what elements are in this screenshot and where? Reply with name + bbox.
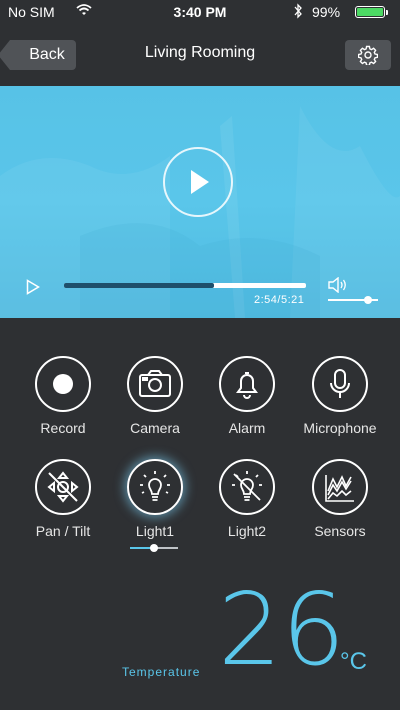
sensors-control[interactable]: Sensors [294,459,386,539]
battery-icon [355,6,388,18]
play-button[interactable] [163,147,233,217]
progress-bar[interactable] [64,283,306,288]
sensors-label: Sensors [314,523,366,539]
volume-slider[interactable] [328,296,378,304]
camera-icon [139,370,171,397]
bluetooth-icon [293,3,303,22]
light1-dimmer-slider[interactable] [130,544,178,552]
progress-played [64,283,215,288]
pan-tilt-disabled-icon [47,471,79,503]
record-control[interactable]: Record [17,356,109,436]
gear-icon [358,45,378,65]
light-bulb-disabled-icon [232,471,262,501]
nav-bar: Back Living Rooming [0,24,400,86]
temperature-unit: °C [340,648,367,675]
light1-button[interactable] [127,459,183,515]
bell-icon [236,372,258,399]
small-play-icon [26,279,40,295]
light1-dimmer-handle[interactable] [150,544,158,552]
alarm-label: Alarm [228,420,266,436]
microphone-icon [330,369,350,398]
alarm-button[interactable] [219,356,275,412]
record-button[interactable] [35,356,91,412]
alarm-control[interactable]: Alarm [201,356,293,436]
settings-button[interactable] [345,40,391,70]
temperature-label: Temperature [122,665,201,679]
temperature-value: 26 [218,571,346,688]
page-title: Living Rooming [144,44,256,61]
play-icon [191,170,209,194]
sensors-button[interactable] [312,459,368,515]
microphone-button[interactable] [312,356,368,412]
microphone-control[interactable]: Microphone [294,356,386,436]
battery-level-fill [357,8,383,16]
light2-button[interactable] [219,459,275,515]
microphone-label: Microphone [303,420,377,436]
light1-control[interactable]: Light1 [109,459,201,539]
light2-control[interactable]: Light2 [201,459,293,539]
sensor-graph-icon [325,475,354,502]
record-icon [53,374,73,394]
light1-label: Light1 [135,523,175,539]
light-bulb-icon [140,471,170,501]
light2-label: Light2 [227,523,267,539]
time-readout: 2:54/5:21 [254,294,305,306]
battery-percent: 99% [312,4,341,20]
record-label: Record [40,420,86,436]
camera-control[interactable]: Camera [109,356,201,436]
camera-button[interactable] [127,356,183,412]
camera-label: Camera [130,420,180,436]
pan-tilt-label: Pan / Tilt [35,523,91,539]
status-bar: No SIM 3:40 PM 99% [0,0,400,24]
pan-tilt-control[interactable]: Pan / Tilt [17,459,109,539]
pan-tilt-button[interactable] [35,459,91,515]
volume-icon[interactable] [328,276,348,298]
video-preview[interactable]: 2:54/5:21 [0,86,400,318]
play-pause-button[interactable] [26,279,40,300]
volume-slider-handle[interactable] [364,296,372,304]
